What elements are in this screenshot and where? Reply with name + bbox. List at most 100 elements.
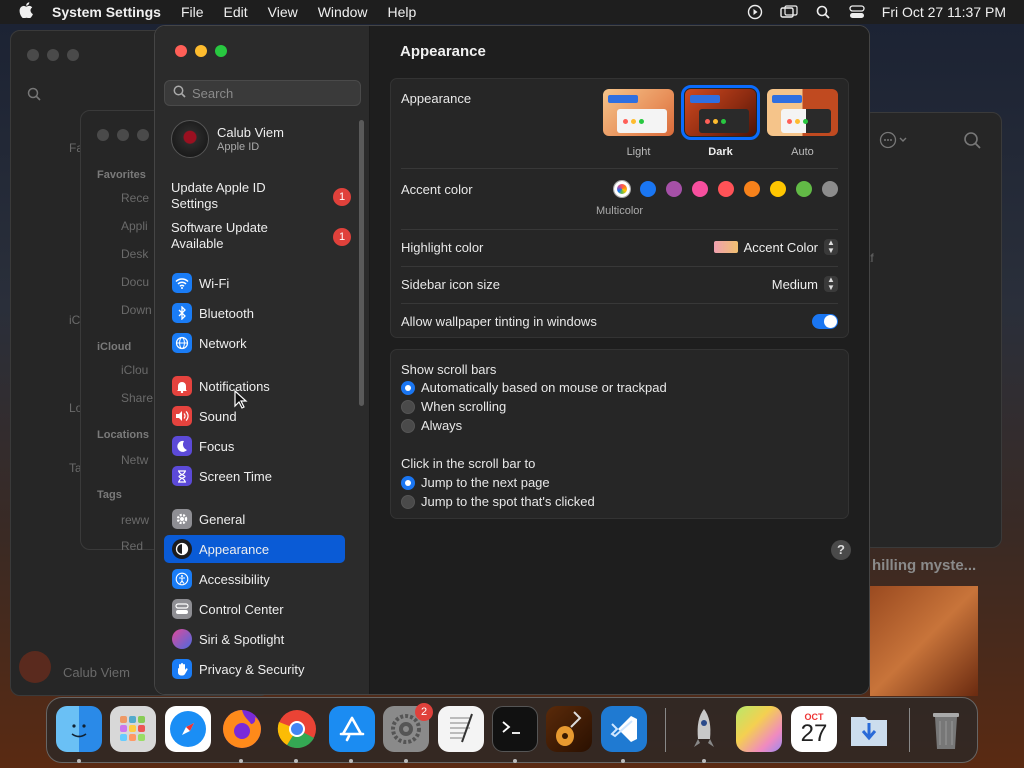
apple-id-account[interactable]: Calub Viem Apple ID [171,120,284,158]
background-search-icon [963,131,981,154]
radio-button[interactable] [401,494,415,509]
help-button[interactable]: ? [831,540,851,560]
appearance-option-label: Light [626,146,651,158]
menu-clock[interactable]: Fri Oct 27 11:37 PM [882,4,1006,20]
appearance-option-dark[interactable]: Dark [681,85,760,158]
sidebar-item-sound[interactable]: Sound [164,402,345,430]
bluetooth-icon [172,303,192,323]
sidebar-search[interactable] [164,80,361,106]
apple-menu-icon[interactable] [0,2,52,22]
software-update-notice[interactable]: Software Update Available 1 [171,220,351,252]
sidebar-icon-size-label: Sidebar icon size [401,276,500,292]
trash-icon[interactable] [923,706,969,752]
accent-swatch-purple[interactable] [666,181,682,197]
color-sync-icon[interactable] [736,706,782,752]
menu-edit[interactable]: Edit [224,4,248,20]
click-option-spot-clicked[interactable]: Jump to the spot that's clicked [401,494,595,509]
sidebar-item-wifi[interactable]: Wi-Fi [164,269,345,297]
control-center-icon [172,599,192,619]
menu-view[interactable]: View [268,4,298,20]
appearance-option-auto[interactable]: Auto [767,89,838,158]
terminal-icon[interactable] [492,706,538,752]
firefox-icon[interactable] [219,706,265,752]
play-status-icon[interactable] [746,4,764,20]
radio-label: When scrolling [421,399,507,414]
radio-button[interactable] [401,380,415,395]
scroll-option-when-scrolling[interactable]: When scrolling [401,399,506,414]
sidebar-icon-size-value: Medium [771,276,818,292]
sidebar-item-general[interactable]: General [164,505,345,533]
background-window-right[interactable]: tf [862,112,1002,548]
rocket-typist-icon[interactable] [681,706,727,752]
app-store-icon[interactable] [329,706,375,752]
menu-app-name[interactable]: System Settings [52,4,161,20]
sidebar-scrollbar[interactable] [359,120,364,406]
minimize-button[interactable] [195,45,207,57]
sidebar-item-notifications[interactable]: Notifications [164,372,345,400]
downloads-folder-icon[interactable] [846,706,892,752]
appearance-label: Appearance [401,90,472,106]
highlight-color-select[interactable]: Accent Color ▲ ▼ [713,239,838,255]
dark-thumbnail [681,85,760,140]
sidebar-item-accessibility[interactable]: Accessibility [164,565,345,593]
sidebar-item-appearance[interactable]: Appearance [164,535,345,563]
accent-swatch-yellow[interactable] [770,181,786,197]
accent-swatch-green[interactable] [796,181,812,197]
scroll-option-automatic[interactable]: Automatically based on mouse or trackpad [401,380,667,395]
finder-icon[interactable] [56,706,102,752]
sidebar-item-privacy-security[interactable]: Privacy & Security [164,655,345,683]
screen-mirror-icon[interactable] [780,5,798,19]
background-text: Netw [121,453,149,467]
click-option-next-page[interactable]: Jump to the next page [401,475,550,490]
sidebar-item-label: Screen Time [199,468,272,484]
hand-icon [172,659,192,679]
appearance-option-light[interactable]: Light [603,89,674,158]
calendar-icon[interactable]: OCT 27 [791,706,837,752]
textedit-icon[interactable] [438,706,484,752]
safari-icon[interactable] [165,706,211,752]
control-center-menu-icon[interactable] [848,5,866,19]
menu-help[interactable]: Help [388,4,417,20]
bell-icon [172,376,192,396]
sidebar-icon-size-select[interactable]: Medium ▲ ▼ [772,276,838,292]
accent-swatch-pink[interactable] [692,181,708,197]
accent-color-label: Accent color [401,181,473,197]
wallpaper-tinting-label: Allow wallpaper tinting in windows [401,313,597,329]
menu-file[interactable]: File [181,4,204,20]
search-input[interactable] [192,85,352,101]
accent-swatch-red[interactable] [718,181,734,197]
radio-button[interactable] [401,475,415,490]
radio-label: Always [421,418,463,433]
background-section: Tags [97,489,122,501]
accent-swatch-orange[interactable] [744,181,760,197]
accent-multicolor-swatch[interactable] [614,181,630,197]
background-user-label: Calub Viem [63,665,130,680]
accent-selected-label: Multicolor [596,205,644,217]
scroll-option-always[interactable]: Always [401,418,462,433]
radio-button[interactable] [401,399,415,414]
background-video-thumbnail[interactable] [870,586,978,696]
close-button[interactable] [175,45,187,57]
vscode-icon[interactable] [601,706,647,752]
accent-swatch-blue[interactable] [640,181,656,197]
menu-bar: System Settings File Edit View Window He… [0,0,1024,24]
accent-swatch-graphite[interactable] [822,181,838,197]
sidebar-item-bluetooth[interactable]: Bluetooth [164,299,345,327]
zoom-button[interactable] [215,45,227,57]
chrome-icon[interactable] [274,706,320,752]
sidebar-item-focus[interactable]: Focus [164,432,345,460]
sidebar-item-screen-time[interactable]: Screen Time [164,462,345,490]
sidebar-item-siri-spotlight[interactable]: Siri & Spotlight [164,625,345,653]
account-name: Calub Viem [217,125,284,140]
sidebar-item-control-center[interactable]: Control Center [164,595,345,623]
sidebar-item-network[interactable]: Network [164,329,345,357]
menu-window[interactable]: Window [318,4,368,20]
gear-icon [172,509,192,529]
spotlight-search-icon[interactable] [814,5,832,19]
garageband-icon[interactable] [546,706,592,752]
update-apple-id-notice[interactable]: Update Apple ID Settings 1 [171,180,351,212]
wallpaper-tinting-toggle[interactable] [812,313,838,329]
radio-label: Jump to the spot that's clicked [421,494,595,509]
radio-button[interactable] [401,418,415,433]
launchpad-icon[interactable] [110,706,156,752]
